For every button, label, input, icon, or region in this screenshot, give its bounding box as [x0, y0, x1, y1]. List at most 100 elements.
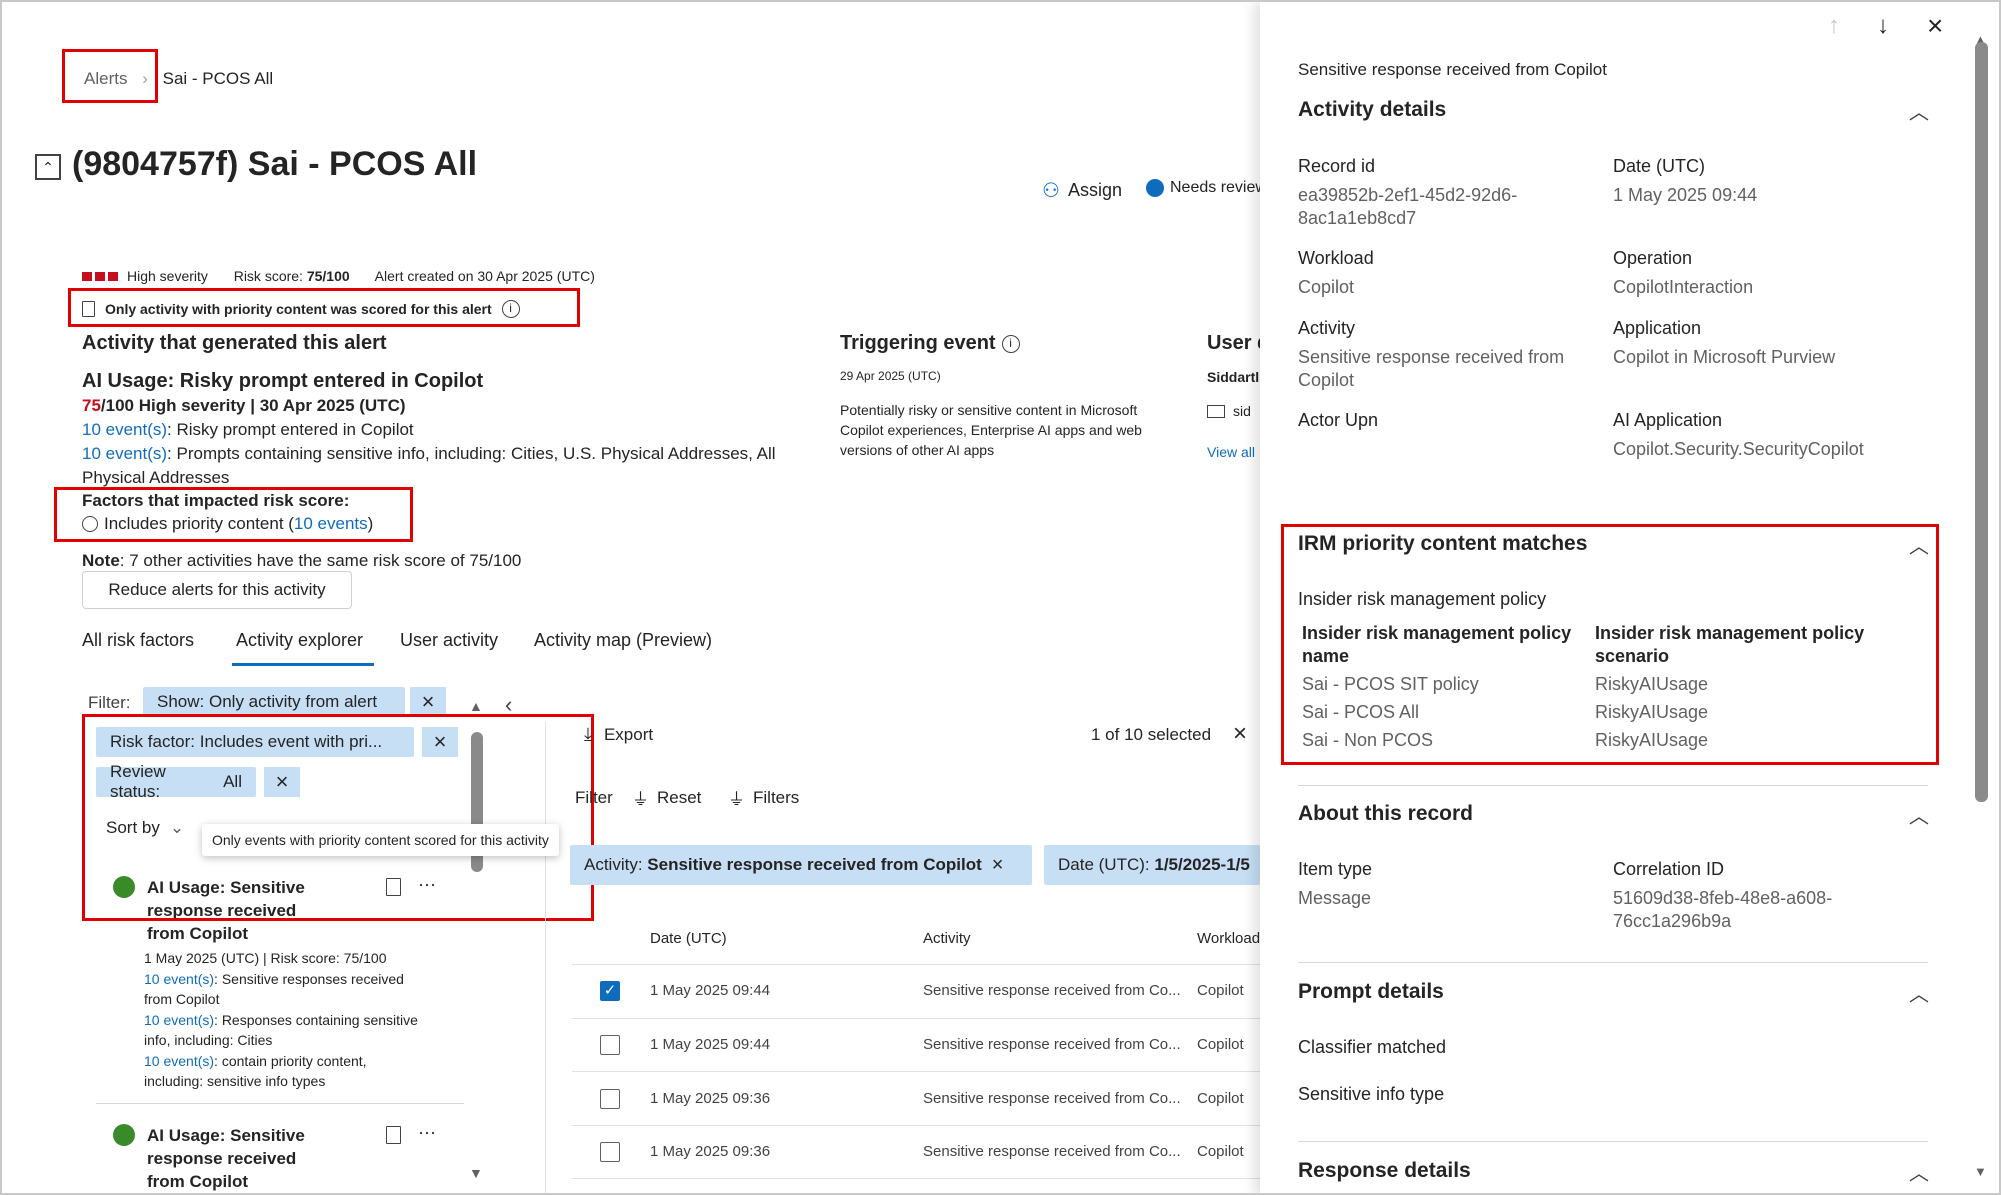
column-header-date[interactable]: Date (UTC)	[650, 930, 727, 947]
card-status-icon	[113, 876, 135, 898]
card-document-icon[interactable]	[386, 878, 401, 896]
row-date: 1 May 2025 09:36	[650, 1143, 771, 1160]
chevron-up-icon[interactable]: ︿	[1909, 800, 1929, 829]
operation-label: Operation	[1613, 248, 1693, 268]
card-more-icon[interactable]: ···	[418, 874, 436, 895]
close-panel-icon[interactable]: ×	[1927, 10, 1943, 42]
date-chip-prefix: Date (UTC):	[1058, 855, 1150, 874]
sort-by-dropdown[interactable]: Sort by ⌄	[106, 818, 184, 838]
export-button[interactable]: ⤓ Export	[584, 724, 653, 745]
review-status-close-icon[interactable]: ×	[264, 767, 300, 797]
collapse-icon[interactable]: ⌃	[35, 154, 61, 180]
activity-card[interactable]: AI Usage: Sensitive response received fr…	[147, 1124, 387, 1193]
reduce-alerts-button[interactable]: Reduce alerts for this activity	[82, 571, 352, 609]
assign-button[interactable]: ⚇ Assign	[1042, 178, 1122, 203]
show-filter-chip[interactable]: Show: Only activity from alert	[143, 687, 405, 717]
irm-row-name: Sai - PCOS SIT policy	[1302, 674, 1479, 694]
card-meta: 1 May 2025 (UTC) | Risk score: 75/100	[144, 950, 387, 966]
ai-application-value: Copilot.Security.SecurityCopilot	[1613, 439, 1864, 459]
triggering-desc: Potentially risky or sensitive content i…	[840, 402, 1142, 458]
chevron-up-icon[interactable]: ︿	[1909, 96, 1929, 125]
activity-events-link-2[interactable]: 10 event(s)	[82, 444, 167, 463]
review-status-chip[interactable]: Review status: All	[96, 762, 256, 801]
irm-column-name-line: Insider risk management policy	[1302, 623, 1572, 643]
row-checkbox[interactable]: ✓	[600, 981, 620, 1001]
risk-score-value: 75/100	[306, 268, 350, 284]
section-divider	[1298, 962, 1928, 963]
row-checkbox[interactable]	[600, 1142, 620, 1162]
activity-line-1-text: : Risky prompt entered in Copilot	[167, 420, 414, 439]
response-heading: Response details	[1298, 1159, 1471, 1182]
next-arrow-icon[interactable]: ↓	[1877, 12, 1889, 40]
card-events-link-3[interactable]: 10 event(s)	[144, 1053, 214, 1069]
tab-all-risk-factors[interactable]: All risk factors	[82, 630, 194, 651]
pane-divider	[545, 722, 546, 1193]
tab-activity-explorer[interactable]: Activity explorer	[236, 630, 363, 651]
tab-activity-map[interactable]: Activity map (Preview)	[534, 630, 712, 651]
row-date: 1 May 2025 09:44	[650, 982, 771, 999]
column-header-workload[interactable]: Workload	[1197, 930, 1260, 947]
row-workload: Copilot	[1197, 1090, 1244, 1107]
panel-scroll-down-icon[interactable]: ▼	[1974, 1164, 1987, 1179]
breadcrumb-separator: ›	[142, 69, 148, 88]
show-filter-close-icon[interactable]: ×	[410, 687, 446, 717]
card-events-link-1[interactable]: 10 event(s)	[144, 971, 214, 987]
reset-filter-icon: ⏚	[632, 790, 649, 809]
chevron-up-icon[interactable]: ︿	[1909, 1157, 1929, 1186]
irm-row-name: Sai - Non PCOS	[1302, 730, 1434, 750]
previous-arrow-icon[interactable]: ↑	[1828, 12, 1840, 40]
card-line-1-cont: from Copilot	[144, 991, 220, 1007]
chevron-up-icon[interactable]: ︿	[1909, 978, 1929, 1007]
activity-events-link-1[interactable]: 10 event(s)	[82, 420, 167, 439]
ai-application-label: AI Application	[1613, 410, 1723, 430]
record-id-value-1: ea39852b-2ef1-45d2-92d6-	[1298, 185, 1518, 205]
row-workload: Copilot	[1197, 1036, 1244, 1053]
activity-filter-chip[interactable]: Activity: Sensitive response received fr…	[570, 845, 1032, 885]
chevron-up-icon[interactable]: ︿	[1909, 530, 1929, 559]
filter-button[interactable]: Filter	[575, 788, 613, 808]
user-name: Siddartl	[1207, 369, 1260, 385]
filters-button[interactable]: ⏚ Filters	[728, 785, 799, 810]
workload-value: Copilot	[1298, 277, 1355, 297]
row-workload: Copilot	[1197, 1143, 1244, 1160]
risk-factor-prefix: Risk factor:	[110, 732, 196, 751]
activity-title: AI Usage: Risky prompt entered in Copilo…	[82, 370, 484, 392]
triggering-info-icon[interactable]: i	[1001, 334, 1020, 353]
export-label: Export	[603, 724, 654, 744]
review-status-value: All	[223, 772, 242, 791]
info-icon[interactable]: i	[501, 300, 520, 318]
card-document-icon[interactable]	[386, 1126, 401, 1144]
card-divider	[96, 1103, 464, 1104]
user-view-all-link[interactable]: View all	[1207, 444, 1255, 460]
column-header-activity[interactable]: Activity	[923, 930, 971, 947]
factor-events-link[interactable]: 10 events	[294, 514, 368, 533]
irm-row-name: Sai - PCOS All	[1302, 702, 1420, 722]
breadcrumb: Alerts › Sai - PCOS All	[84, 69, 273, 89]
date-chip-value: 1/5/2025-1/5	[1154, 855, 1250, 874]
activity-chip-close-icon[interactable]: ×	[992, 854, 1004, 877]
status-dropdown[interactable]: Needs review	[1146, 179, 1267, 197]
date-filter-chip[interactable]: Date (UTC): 1/5/2025-1/5	[1044, 845, 1260, 885]
download-icon: ⤓	[584, 724, 592, 744]
breadcrumb-alerts-link[interactable]: Alerts	[84, 69, 127, 88]
row-checkbox[interactable]	[600, 1089, 620, 1109]
risk-factor-chip[interactable]: Risk factor: Includes event with pri...	[96, 727, 414, 757]
list-scroll-up-icon[interactable]: ▲	[469, 698, 483, 714]
card-line-2-cont: info, including: Cities	[144, 1032, 273, 1048]
collapse-pane-icon[interactable]: ‹	[505, 692, 512, 718]
card-events-link-2[interactable]: 10 event(s)	[144, 1012, 214, 1028]
workload-label: Workload	[1298, 248, 1374, 268]
row-activity: Sensitive response received from Co...	[923, 1090, 1181, 1107]
activity-card[interactable]: AI Usage: Sensitive response received fr…	[147, 876, 387, 945]
tab-user-activity[interactable]: User activity	[400, 630, 498, 651]
reset-button[interactable]: ⏚ Reset	[632, 785, 701, 810]
row-checkbox[interactable]	[600, 1035, 620, 1055]
clear-selection-icon[interactable]: ×	[1233, 720, 1247, 748]
list-scroll-down-icon[interactable]: ▼	[469, 1165, 483, 1181]
document-icon	[82, 301, 95, 317]
risk-factor-close-icon[interactable]: ×	[422, 727, 458, 757]
card-more-icon[interactable]: ···	[418, 1122, 436, 1143]
note-text: : 7 other activities have the same risk …	[119, 551, 522, 570]
card-title-line: response received	[147, 901, 297, 920]
panel-scrollbar-thumb[interactable]	[1975, 42, 1988, 802]
